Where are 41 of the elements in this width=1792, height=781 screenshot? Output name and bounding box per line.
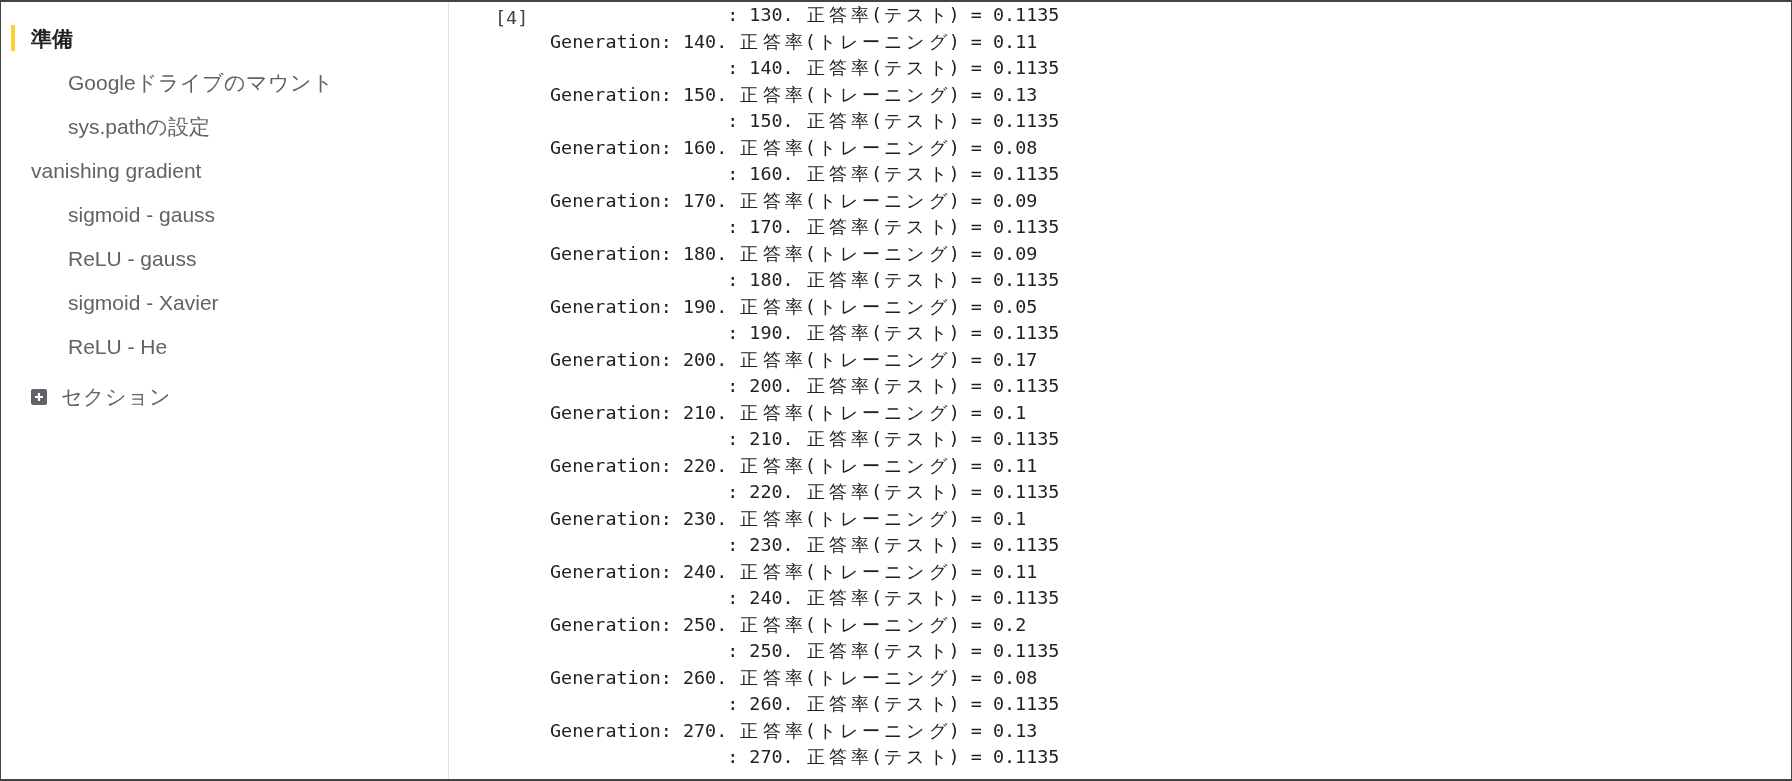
output-line: : 270. 正答率(テスト) = 0.1135 <box>727 746 1060 767</box>
outline-item[interactable]: 準備 <box>1 17 448 61</box>
output-line: : 170. 正答率(テスト) = 0.1135 <box>727 216 1060 237</box>
outline-item[interactable]: sys.pathの設定 <box>1 105 448 149</box>
output-line: : 190. 正答率(テスト) = 0.1135 <box>727 322 1060 343</box>
output-line: Generation: 240. 正答率(トレーニング) = 0.11 <box>550 560 1038 582</box>
outline-item[interactable]: ReLU - gauss <box>1 237 448 281</box>
output-line: : 130. 正答率(テスト) = 0.1135 <box>727 4 1060 25</box>
outline-item[interactable]: ReLU - He <box>1 325 448 369</box>
output-line: Generation: 220. 正答率(トレーニング) = 0.11 <box>550 454 1038 476</box>
output-line: Generation: 270. 正答率(トレーニング) = 0.13 <box>550 719 1038 741</box>
output-line: : 140. 正答率(テスト) = 0.1135 <box>727 57 1060 78</box>
output-line: Generation: 140. 正答率(トレーニング) = 0.11 <box>550 30 1038 52</box>
output-line: Generation: 160. 正答率(トレーニング) = 0.08 <box>550 136 1038 158</box>
output-line: Generation: 200. 正答率(トレーニング) = 0.17 <box>550 348 1038 370</box>
output-line: Generation: 150. 正答率(トレーニング) = 0.13 <box>550 83 1038 105</box>
output-line: Generation: 250. 正答率(トレーニング) = 0.2 <box>550 613 1027 635</box>
output-line: Generation: 170. 正答率(トレーニング) = 0.09 <box>550 189 1038 211</box>
output-line: : 150. 正答率(テスト) = 0.1135 <box>727 110 1060 131</box>
output-line: : 220. 正答率(テスト) = 0.1135 <box>727 481 1060 502</box>
output-line: : 260. 正答率(テスト) = 0.1135 <box>727 693 1060 714</box>
output-line: : 200. 正答率(テスト) = 0.1135 <box>727 375 1060 396</box>
output-line: Generation: 180. 正答率(トレーニング) = 0.09 <box>550 242 1038 264</box>
execution-count: [4] <box>495 7 529 28</box>
output-line: Generation: 230. 正答率(トレーニング) = 0.1 <box>550 507 1027 529</box>
outline-item[interactable]: sigmoid - Xavier <box>1 281 448 325</box>
output-line: : 240. 正答率(テスト) = 0.1135 <box>727 587 1060 608</box>
output-line: Generation: 190. 正答率(トレーニング) = 0.05 <box>550 295 1038 317</box>
plus-square-icon <box>31 389 47 405</box>
outline-item[interactable]: sigmoid - gauss <box>1 193 448 237</box>
output-line: : 180. 正答率(テスト) = 0.1135 <box>727 269 1060 290</box>
output-line: Generation: 260. 正答率(トレーニング) = 0.08 <box>550 666 1038 688</box>
outline-item[interactable]: Googleドライブのマウント <box>1 61 448 105</box>
add-section-button[interactable]: セクション <box>31 380 171 414</box>
output-line: : 250. 正答率(テスト) = 0.1135 <box>727 640 1060 661</box>
output-line: : 210. 正答率(テスト) = 0.1135 <box>727 428 1060 449</box>
output-line: : 160. 正答率(テスト) = 0.1135 <box>727 163 1060 184</box>
selection-indicator <box>11 25 15 51</box>
output-line: Generation: 210. 正答率(トレーニング) = 0.1 <box>550 401 1027 423</box>
outline-item[interactable]: vanishing gradient <box>1 149 448 193</box>
output-line: : 230. 正答率(テスト) = 0.1135 <box>727 534 1060 555</box>
